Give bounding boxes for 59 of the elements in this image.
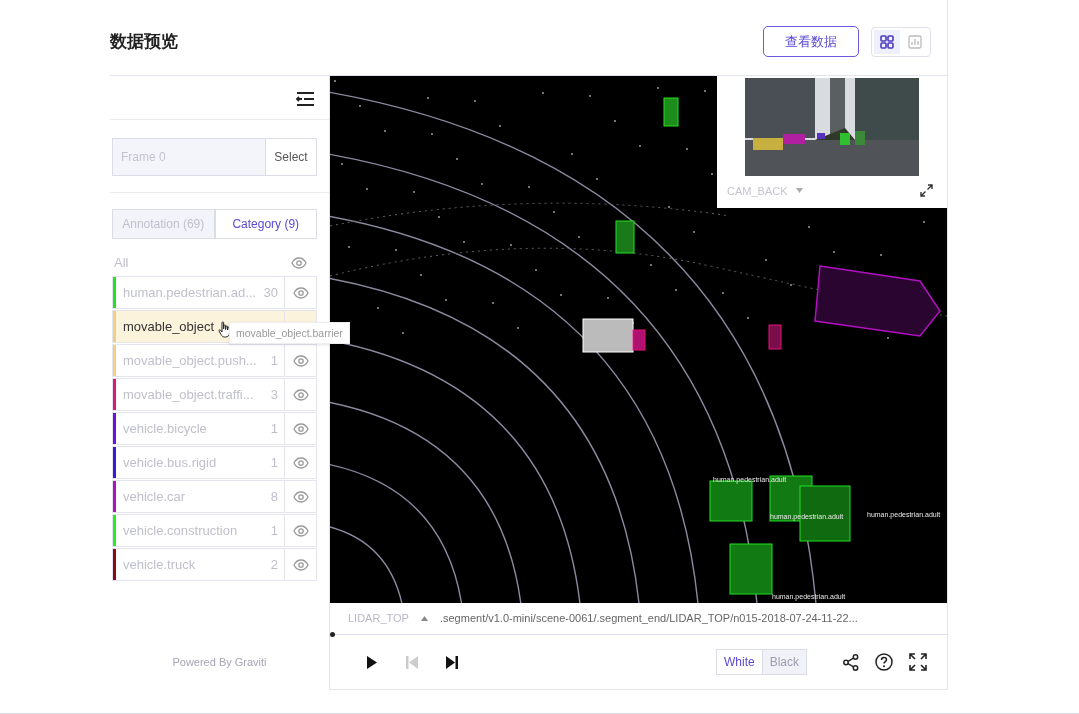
bar-chart-icon (908, 34, 922, 49)
eye-icon[interactable] (292, 354, 309, 367)
category-name: human.pedestrian.ad... (123, 285, 256, 300)
tooltip: movable_object.barrier (229, 322, 350, 344)
category-item[interactable]: vehicle.truck 2 (112, 548, 317, 581)
eye-icon[interactable] (292, 422, 309, 435)
category-count: 8 (270, 489, 279, 504)
eye-icon[interactable] (291, 256, 307, 269)
category-item[interactable]: vehicle.bicycle 1 (112, 412, 317, 445)
grid-icon (880, 34, 894, 49)
category-item[interactable]: vehicle.car 8 (112, 480, 317, 513)
footer-text: Powered By Graviti (171, 656, 268, 670)
progress-handle[interactable] (330, 632, 335, 637)
expand-icon[interactable] (920, 184, 933, 197)
category-item[interactable]: movable_object.traffi... 3 (112, 378, 317, 411)
cursor-icon (218, 321, 232, 338)
category-name: vehicle.bicycle (123, 421, 207, 436)
caret-icon[interactable] (795, 188, 803, 193)
category-count: 1 (270, 523, 279, 538)
eye-icon[interactable] (292, 388, 309, 401)
category-name: vehicle.car (123, 489, 186, 504)
category-item[interactable]: movable_object.push... 1 (112, 344, 317, 377)
all-label: All (114, 255, 129, 270)
file-path: .segment/v1.0-mini/scene-0061/.segment_end/LIDAR_TOP/n015-2018-07-24-11-22... (439, 612, 858, 624)
play-icon (366, 655, 378, 669)
tab[interactable]: Category (9) (214, 209, 317, 239)
help-icon[interactable] (875, 653, 893, 671)
category-count: 1 (270, 353, 279, 368)
eye-icon[interactable] (292, 456, 309, 469)
category-item[interactable]: vehicle.bus.rigid 1 (112, 446, 317, 479)
eye-icon[interactable] (292, 490, 309, 503)
camera-name[interactable]: CAM_BACK (727, 184, 788, 197)
category-count: 2 (270, 557, 279, 572)
share-icon[interactable] (843, 653, 859, 671)
category-item[interactable]: human.pedestrian.ad... 30 (112, 276, 317, 309)
caret-icon[interactable] (420, 615, 428, 621)
category-name: vehicle.truck (123, 557, 196, 572)
category-name: vehicle.construction (123, 523, 238, 538)
view-data-button[interactable]: 查看数据 (763, 26, 859, 57)
skip-back-icon (406, 655, 418, 669)
page-title: 数据预览 (110, 30, 178, 53)
category-name: vehicle.bus.rigid (123, 455, 217, 470)
background-toggle[interactable]: Black (762, 650, 806, 674)
eye-icon[interactable] (292, 524, 309, 537)
category-count: 3 (270, 387, 279, 402)
eye-icon[interactable] (292, 286, 309, 299)
category-name: movable_object.push... (123, 353, 257, 368)
category-count: 1 (270, 455, 279, 470)
category-name: movable_object (123, 319, 215, 334)
collapse-icon[interactable] (295, 91, 315, 107)
category-count: 30 (263, 285, 279, 300)
category-name: movable_object.traffi... (123, 387, 254, 402)
fullscreen-icon[interactable] (909, 653, 927, 671)
sensor-name[interactable]: LIDAR_TOP (348, 612, 409, 624)
category-item[interactable]: vehicle.construction 1 (112, 514, 317, 547)
grid-view-button[interactable] (874, 29, 900, 54)
eye-icon[interactable] (292, 558, 309, 571)
category-count: 1 (270, 421, 279, 436)
skip-forward-icon (446, 655, 458, 669)
